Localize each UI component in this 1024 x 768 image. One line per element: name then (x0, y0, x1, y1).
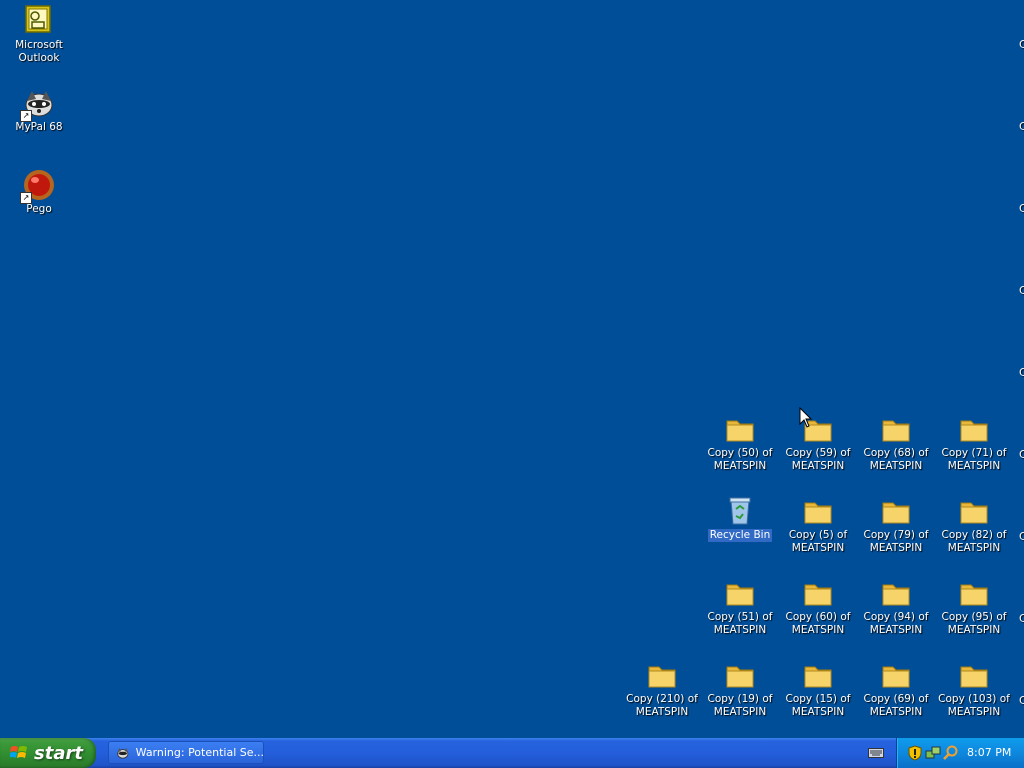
folder-icon (879, 494, 913, 528)
start-label: start (34, 742, 83, 764)
red-orb-icon: ↗ (20, 168, 56, 204)
desktop-icon-folder[interactable]: Copy (210) of MEATSPIN (623, 656, 701, 726)
desktop-icon-folder[interactable]: Copy (19) of MEATSPIN (701, 656, 779, 726)
folder-icon (801, 576, 835, 610)
desktop-icon-folder[interactable]: Copy (68) of MEATSPIN (857, 410, 935, 480)
desktop-icon-folder[interactable]: Copy (15) of MEATSPIN (779, 656, 857, 726)
desktop-icon-label: Recycle Bin (707, 529, 773, 542)
folder-icon (645, 658, 679, 692)
desktop-icon-folder[interactable]: Copy (51) of MEATSPIN (701, 574, 779, 644)
folder-icon (957, 576, 991, 610)
windows-logo-icon (10, 746, 27, 758)
outlook-icon (22, 4, 56, 38)
search-icon[interactable] (943, 745, 959, 761)
desktop-icon-folder[interactable]: Copy (95) of MEATSPIN (935, 574, 1013, 644)
taskbar-item-warning[interactable]: Warning: Potential Se... (108, 741, 264, 764)
desktop-icon-label: Copy (103) of MEATSPIN (938, 693, 1010, 718)
desktop-icon-folder[interactable]: Copy (5) of MEATSPIN (779, 492, 857, 562)
system-tray: 8:07 PM (896, 738, 1024, 768)
security-shield-icon[interactable] (907, 745, 923, 761)
clipped-icon-label: C (1019, 694, 1024, 707)
folder-icon (801, 658, 835, 692)
raccoon-browser-icon (117, 747, 129, 759)
desktop-icon-label: Copy (95) of MEATSPIN (941, 611, 1007, 636)
desktop-icon-label: Copy (15) of MEATSPIN (785, 693, 851, 718)
taskbar-item-label: Warning: Potential Se... (135, 746, 264, 759)
desktop-icon-label: Copy (71) of MEATSPIN (941, 447, 1007, 472)
desktop-icon-folder[interactable]: Copy (94) of MEATSPIN (857, 574, 935, 644)
clipped-icon-label: C (1019, 202, 1024, 215)
desktop-icon-label: Copy (19) of MEATSPIN (707, 693, 773, 718)
desktop-icon-label: Copy (94) of MEATSPIN (863, 611, 929, 636)
desktop[interactable]: Microsoft Outlook ↗ MyPal 68 ↗ Pego Copy… (0, 0, 1024, 738)
desktop-icon-label: Copy (82) of MEATSPIN (941, 529, 1007, 554)
start-button[interactable]: start (0, 738, 96, 768)
clock[interactable]: 8:07 PM (967, 746, 1011, 759)
desktop-icon-label: Copy (51) of MEATSPIN (707, 611, 773, 636)
folder-icon (723, 576, 757, 610)
folder-icon (957, 412, 991, 446)
desktop-icon-folder[interactable]: Copy (71) of MEATSPIN (935, 410, 1013, 480)
keyboard-icon[interactable] (868, 747, 884, 759)
folder-icon (723, 412, 757, 446)
desktop-icon-label: Copy (50) of MEATSPIN (707, 447, 773, 472)
desktop-icon-label: Copy (79) of MEATSPIN (863, 529, 929, 554)
desktop-icon-label: Copy (5) of MEATSPIN (788, 529, 848, 554)
desktop-icon-label: Copy (60) of MEATSPIN (785, 611, 851, 636)
clipped-icon-label: C (1019, 448, 1024, 461)
taskbar: start Warning: Potential Se... 8:07 PM (0, 738, 1024, 768)
desktop-icon-folder[interactable]: Copy (59) of MEATSPIN (779, 410, 857, 480)
folder-icon (879, 658, 913, 692)
clipped-icon-label: C (1019, 612, 1024, 625)
folder-icon (723, 658, 757, 692)
desktop-icon-label: Copy (210) of MEATSPIN (626, 693, 698, 718)
folder-icon (879, 412, 913, 446)
desktop-icon-label: MyPal 68 (15, 121, 63, 133)
shortcut-arrow-icon: ↗ (20, 110, 32, 122)
desktop-icon-label: Copy (59) of MEATSPIN (785, 447, 851, 472)
folder-icon (957, 494, 991, 528)
clipped-icon-label: C (1019, 38, 1024, 51)
folder-icon (879, 576, 913, 610)
desktop-icon-label: Pego (26, 203, 52, 215)
desktop-icon-label: Copy (68) of MEATSPIN (863, 447, 929, 472)
desktop-icon-folder[interactable]: Copy (60) of MEATSPIN (779, 574, 857, 644)
recycle-bin-icon (723, 494, 757, 528)
network-icon[interactable] (925, 745, 941, 761)
clipped-icon-label: C (1019, 530, 1024, 543)
folder-icon (801, 494, 835, 528)
folder-icon (957, 658, 991, 692)
desktop-icon-folder[interactable]: Copy (82) of MEATSPIN (935, 492, 1013, 562)
desktop-icon-pego[interactable]: ↗ Pego (0, 166, 78, 236)
desktop-icon-folder[interactable]: Copy (103) of MEATSPIN (935, 656, 1013, 726)
desktop-icon-recycle-bin[interactable]: Recycle Bin (701, 492, 779, 562)
desktop-icon-mypal[interactable]: ↗ MyPal 68 (0, 84, 78, 154)
mouse-cursor-icon (799, 407, 813, 428)
desktop-icon-folder[interactable]: Copy (69) of MEATSPIN (857, 656, 935, 726)
shortcut-arrow-icon: ↗ (20, 192, 32, 204)
clipped-icon-label: C (1019, 120, 1024, 133)
raccoon-browser-icon: ↗ (20, 86, 56, 122)
desktop-icon-label: Copy (69) of MEATSPIN (863, 693, 929, 718)
desktop-icon-outlook[interactable]: Microsoft Outlook (0, 2, 78, 72)
desktop-icon-folder[interactable]: Copy (50) of MEATSPIN (701, 410, 779, 480)
desktop-icon-label: Microsoft Outlook (15, 39, 63, 64)
desktop-icon-folder[interactable]: Copy (79) of MEATSPIN (857, 492, 935, 562)
clipped-icon-label: C (1019, 284, 1024, 297)
clipped-icon-label: C (1019, 366, 1024, 379)
